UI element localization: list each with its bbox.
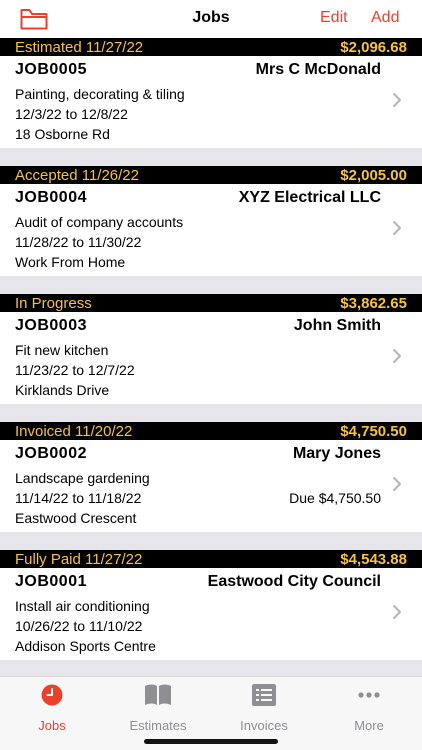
job-client: Mrs C McDonald: [255, 61, 381, 78]
tab-label: Jobs: [38, 718, 66, 733]
job-code: JOB0005: [15, 61, 87, 78]
job-status: Estimated 11/27/22: [15, 39, 144, 56]
job-card: Fully Paid 11/27/22 $4,543.88 JOB0001 Ea…: [0, 550, 422, 678]
tab-estimates[interactable]: Estimates: [118, 683, 198, 733]
job-code: JOB0003: [15, 317, 87, 334]
job-amount: $4,750.50: [340, 423, 407, 440]
chevron-right-icon: [393, 349, 401, 363]
job-status-header: Estimated 11/27/22 $2,096.68: [0, 38, 422, 56]
job-amount: $2,096.68: [340, 39, 407, 56]
job-card: Accepted 11/26/22 $2,005.00 JOB0004 XYZ …: [0, 166, 422, 294]
job-address: Work From Home: [15, 254, 126, 270]
job-code: JOB0004: [15, 189, 87, 206]
separator: [0, 404, 422, 422]
separator: [0, 148, 422, 166]
book-icon: [145, 684, 171, 705]
add-button[interactable]: Add: [371, 9, 399, 27]
edit-button[interactable]: Edit: [320, 9, 348, 27]
chevron-right-icon: [393, 93, 401, 107]
job-dates: 10/26/22 to 11/10/22: [15, 618, 143, 634]
tab-jobs[interactable]: Jobs: [12, 683, 92, 733]
job-row[interactable]: JOB0001 Eastwood City Council Install ai…: [0, 568, 422, 660]
tab-label: Invoices: [240, 718, 288, 733]
job-status-header: In Progress $3,862.65: [0, 294, 422, 312]
job-due: Due $4,750.50: [289, 490, 381, 506]
job-address: 18 Osborne Rd: [15, 126, 110, 142]
job-amount: $2,005.00: [340, 167, 407, 184]
job-list: Estimated 11/27/22 $2,096.68 JOB0005 Mrs…: [0, 38, 422, 678]
chevron-right-icon: [393, 477, 401, 491]
job-address: Addison Sports Centre: [15, 638, 156, 654]
tab-label: Estimates: [129, 718, 187, 733]
job-client: XYZ Electrical LLC: [238, 189, 381, 206]
chevron-right-icon: [393, 605, 401, 619]
job-description: Painting, decorating & tiling: [15, 86, 185, 102]
page-title: Jobs: [192, 9, 230, 26]
list-icon: [252, 684, 276, 706]
job-dates: 11/28/22 to 11/30/22: [15, 234, 142, 250]
job-amount: $3,862.65: [340, 295, 407, 312]
clock-icon: [41, 684, 63, 706]
more-icon: [358, 692, 380, 698]
chevron-right-icon: [393, 221, 401, 235]
job-dates: 11/23/22 to 12/7/22: [15, 362, 135, 378]
job-code: JOB0002: [15, 445, 87, 462]
tab-invoices[interactable]: Invoices: [224, 683, 304, 733]
home-indicator: [144, 739, 278, 744]
job-description: Landscape gardening: [15, 470, 150, 486]
separator: [0, 276, 422, 294]
job-status-header: Invoiced 11/20/22 $4,750.50: [0, 422, 422, 440]
job-description: Fit new kitchen: [15, 342, 109, 358]
job-row[interactable]: JOB0003 John Smith Fit new kitchen 11/23…: [0, 312, 422, 404]
job-code: JOB0001: [15, 573, 87, 590]
job-status-header: Fully Paid 11/27/22 $4,543.88: [0, 550, 422, 568]
job-address: Eastwood Crescent: [15, 510, 137, 526]
job-status: In Progress: [15, 295, 92, 312]
job-description: Install air conditioning: [15, 598, 150, 614]
tab-more[interactable]: More: [329, 683, 409, 733]
nav-bar: Jobs Edit Add: [0, 0, 422, 38]
job-row[interactable]: JOB0002 Mary Jones Landscape gardening 1…: [0, 440, 422, 532]
job-client: John Smith: [293, 317, 381, 334]
job-amount: $4,543.88: [340, 551, 407, 568]
separator: [0, 532, 422, 550]
job-client: Mary Jones: [292, 445, 381, 462]
job-card: Invoiced 11/20/22 $4,750.50 JOB0002 Mary…: [0, 422, 422, 550]
tab-label: More: [354, 718, 384, 733]
job-status: Accepted 11/26/22: [15, 167, 139, 184]
job-dates: 12/3/22 to 12/8/22: [15, 106, 128, 122]
job-address: Kirklands Drive: [15, 382, 110, 398]
job-row[interactable]: JOB0004 XYZ Electrical LLC Audit of comp…: [0, 184, 422, 276]
job-description: Audit of company accounts: [15, 214, 184, 230]
job-card: Estimated 11/27/22 $2,096.68 JOB0005 Mrs…: [0, 38, 422, 166]
job-status: Invoiced 11/20/22: [15, 423, 133, 440]
job-dates: 11/14/22 to 11/18/22: [15, 490, 142, 506]
job-card: In Progress $3,862.65 JOB0003 John Smith…: [0, 294, 422, 422]
job-status: Fully Paid 11/27/22: [15, 551, 143, 568]
job-client: Eastwood City Council: [207, 573, 381, 590]
folder-icon[interactable]: [20, 8, 48, 30]
job-row[interactable]: JOB0005 Mrs C McDonald Painting, decorat…: [0, 56, 422, 148]
job-status-header: Accepted 11/26/22 $2,005.00: [0, 166, 422, 184]
